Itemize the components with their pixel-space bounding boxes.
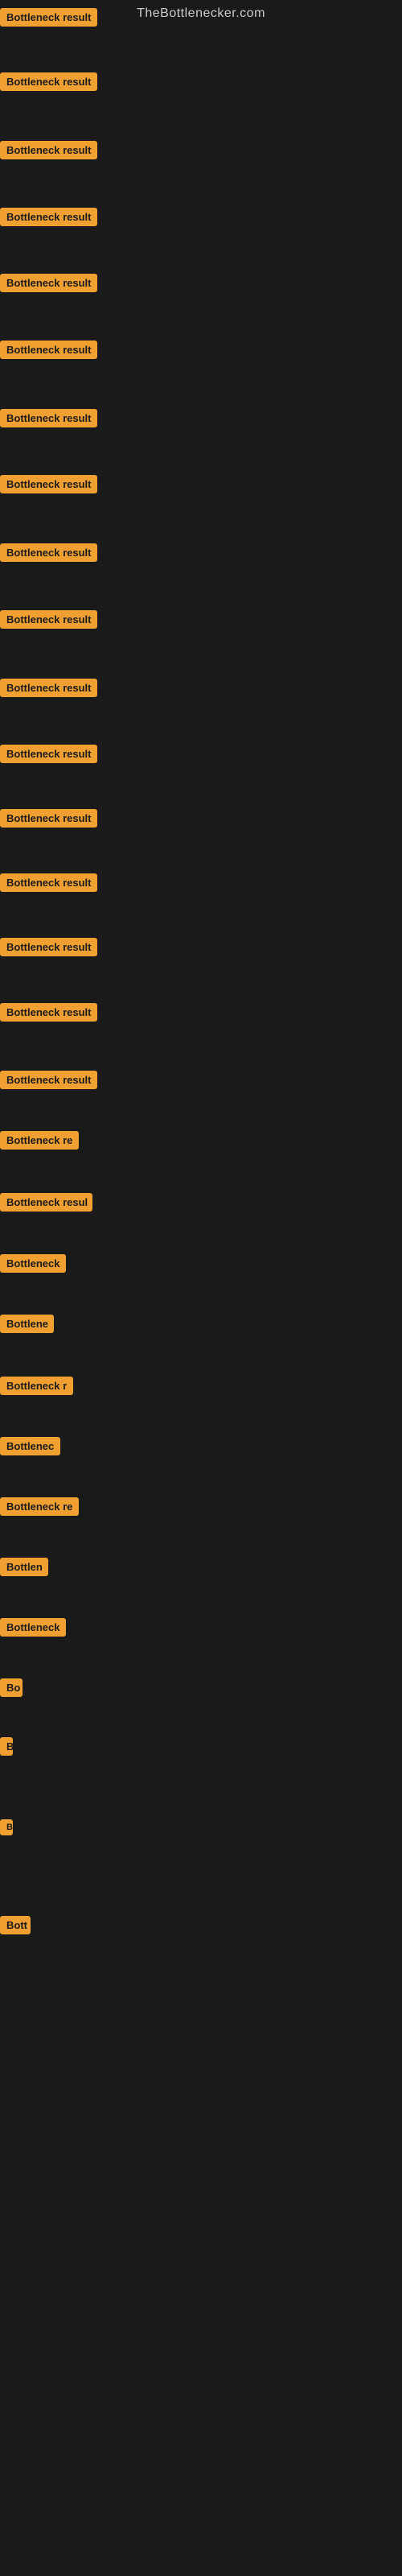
bottleneck-badge: Bottlenec — [0, 1437, 60, 1455]
bottleneck-badge: Bottleneck result — [0, 475, 97, 493]
bottleneck-badge: Bottleneck result — [0, 141, 97, 159]
bottleneck-badge: Bottleneck result — [0, 938, 97, 956]
bottleneck-badge: Bottleneck r — [0, 1377, 73, 1395]
bottleneck-badge: Bottleneck result — [0, 679, 97, 697]
bottleneck-badge: Bottleneck result — [0, 873, 97, 892]
bottleneck-badge: Bottleneck result — [0, 543, 97, 562]
bottleneck-badge: Bottleneck result — [0, 208, 97, 226]
bottleneck-badge: Bottleneck result — [0, 409, 97, 427]
bottleneck-badge: Bott — [0, 1916, 31, 1934]
page-container: TheBottlenecker.com Bottleneck resultBot… — [0, 0, 402, 2576]
bottleneck-badge: Bottlene — [0, 1315, 54, 1333]
bottleneck-badge: B — [0, 1819, 13, 1835]
bottleneck-badge: Bottleneck re — [0, 1131, 79, 1150]
bottleneck-badge: Bottleneck result — [0, 745, 97, 763]
bottleneck-badge: Bottleneck — [0, 1618, 66, 1637]
bottleneck-badge: Bottleneck re — [0, 1497, 79, 1516]
bottleneck-badge: Bottleneck result — [0, 610, 97, 629]
bottleneck-badge: Bottleneck resul — [0, 1193, 92, 1212]
bottleneck-badge: Bottleneck — [0, 1254, 66, 1273]
bottleneck-badge: Bottleneck result — [0, 8, 97, 27]
bottleneck-badge: Bottleneck result — [0, 1071, 97, 1089]
bottleneck-badge: Bottleneck result — [0, 274, 97, 292]
bottleneck-badge: Bottlen — [0, 1558, 48, 1576]
bottleneck-badge: B — [0, 1737, 13, 1756]
bottleneck-badge: Bottleneck result — [0, 72, 97, 91]
bottleneck-badge: Bottleneck result — [0, 341, 97, 359]
bottleneck-badge: Bottleneck result — [0, 809, 97, 828]
bottleneck-badge: Bottleneck result — [0, 1003, 97, 1022]
bottleneck-badge: Bo — [0, 1678, 23, 1697]
